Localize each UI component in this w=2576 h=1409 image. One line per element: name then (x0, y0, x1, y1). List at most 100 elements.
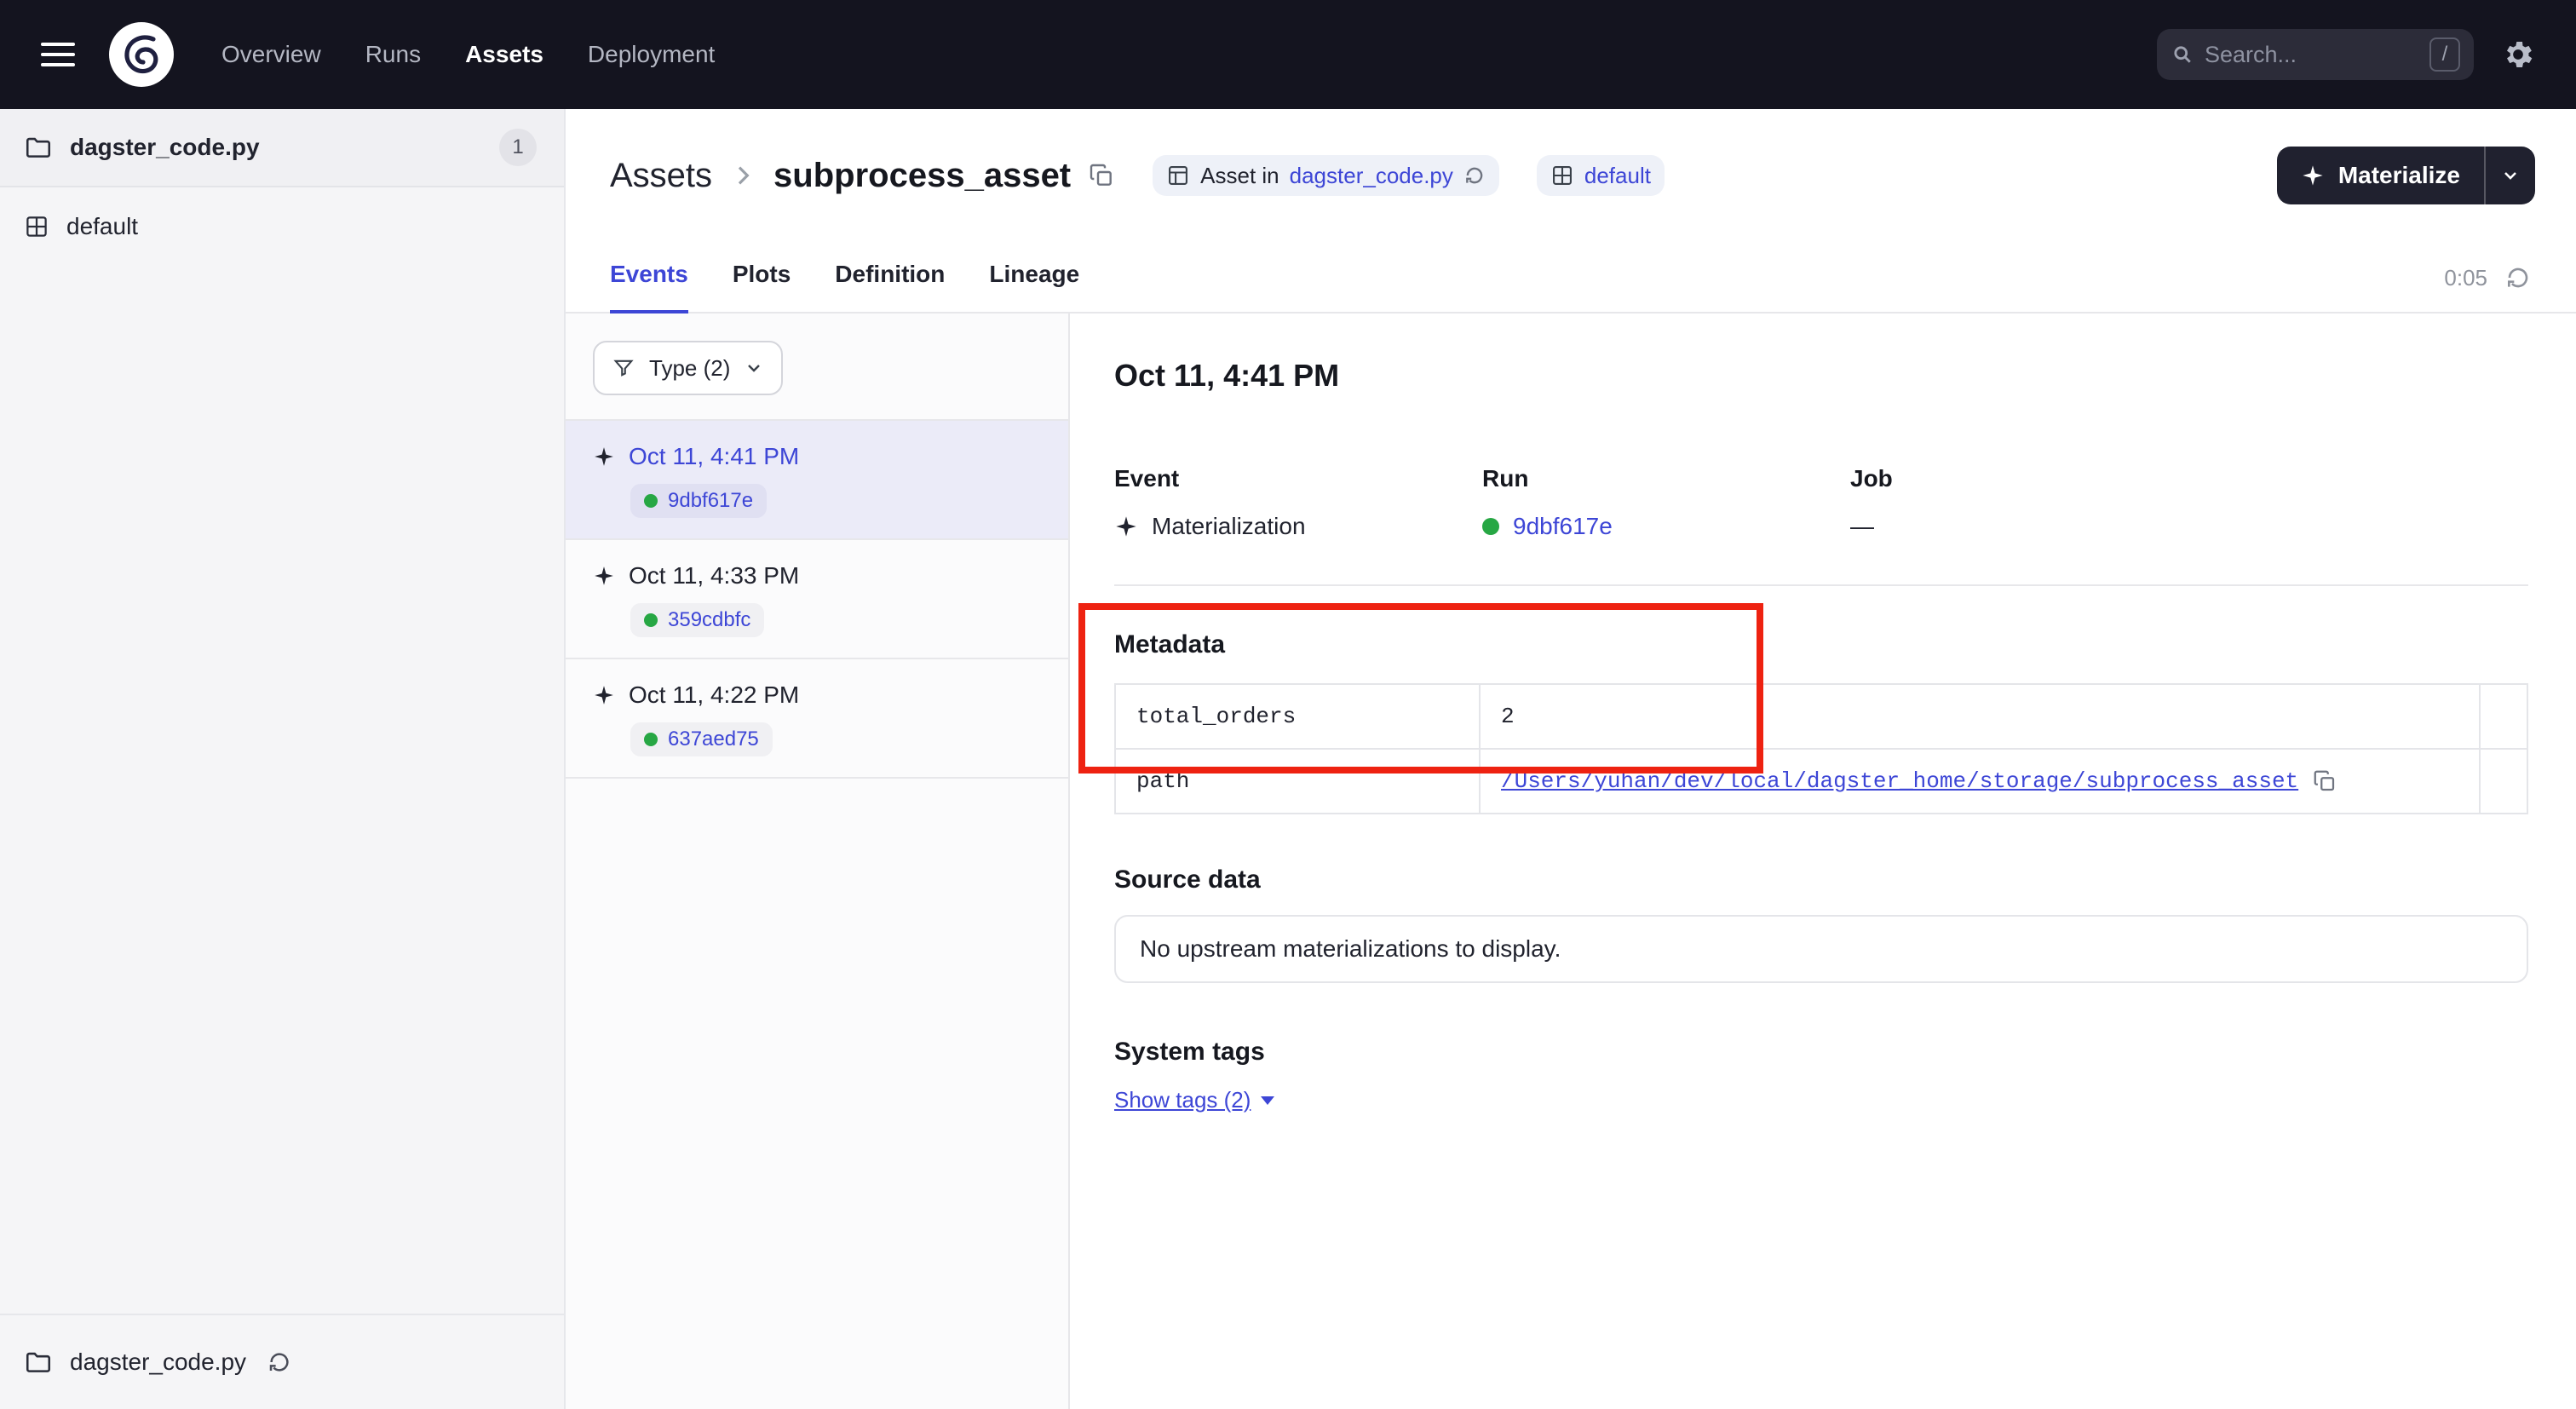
sidebar: dagster_code.py 1 default dagster_code.p… (0, 109, 566, 1409)
sidebar-item-label: dagster_code.py (70, 134, 260, 161)
sparkle-icon (2301, 164, 2325, 187)
tab-plots[interactable]: Plots (733, 261, 791, 312)
event-summary-grid: Event Materialization Run (1114, 465, 2528, 540)
search-icon (2171, 43, 2194, 66)
run-column: Run 9dbf617e (1482, 465, 1850, 540)
tabs-bar: Events Plots Definition Lineage 0:05 (566, 239, 2576, 313)
chip-group-label[interactable]: default (1584, 163, 1651, 189)
metadata-key: path (1115, 749, 1480, 814)
folder-icon (24, 133, 53, 162)
event-list-item[interactable]: Oct 11, 4:22 PM 637aed75 (566, 659, 1068, 779)
chevron-down-icon (744, 358, 764, 378)
copy-path-icon[interactable] (2312, 768, 2337, 794)
sidebar-item-default-group[interactable]: default (0, 187, 564, 266)
type-filter-button[interactable]: Type (2) (593, 341, 783, 395)
tab-lineage[interactable]: Lineage (989, 261, 1079, 312)
settings-gear-icon[interactable] (2501, 37, 2535, 72)
page-title: subprocess_asset (773, 157, 1071, 195)
breadcrumb: Assets subprocess_asset Asset in dagster… (610, 147, 1665, 204)
search-input[interactable] (2205, 42, 2419, 68)
run-id-chip[interactable]: 359cdbfc (630, 603, 764, 637)
event-list-item[interactable]: Oct 11, 4:33 PM 359cdbfc (566, 540, 1068, 659)
run-id-link[interactable]: 9dbf617e (668, 489, 753, 513)
refresh-status: 0:05 (2444, 264, 2532, 312)
refresh-icon[interactable] (2504, 264, 2532, 291)
metadata-value: 2 (1480, 684, 2480, 749)
event-label: Event (1114, 465, 1482, 492)
metadata-row: path /Users/yuhan/dev/local/dagster_home… (1115, 749, 2527, 814)
metadata-extra-cell (2480, 684, 2527, 749)
dagster-app: Overview Runs Assets Deployment / dagste… (0, 0, 2576, 1409)
source-data-heading: Source data (1114, 866, 2528, 894)
event-timestamp: Oct 11, 4:33 PM (629, 562, 799, 589)
search-box[interactable]: / (2157, 29, 2474, 80)
materialization-sparkle-icon (593, 565, 615, 587)
run-id-link[interactable]: 359cdbfc (668, 608, 750, 632)
divider (1114, 584, 2528, 586)
run-id-chip[interactable]: 637aed75 (630, 722, 773, 756)
body: dagster_code.py 1 default dagster_code.p… (0, 109, 2576, 1409)
job-column: Job — (1850, 465, 2528, 540)
tabs: Events Plots Definition Lineage (610, 261, 1079, 312)
folder-icon (24, 1348, 53, 1377)
dagster-logo-icon (109, 22, 174, 87)
event-timestamp: Oct 11, 4:22 PM (629, 681, 799, 709)
search-shortcut-key: / (2429, 37, 2460, 72)
run-label: Run (1482, 465, 1850, 492)
run-value: 9dbf617e (1482, 513, 1850, 540)
show-tags-label: Show tags (2) (1114, 1087, 1251, 1113)
job-value: — (1850, 513, 2528, 540)
reload-definition-icon[interactable] (1463, 164, 1486, 187)
tab-definition[interactable]: Definition (835, 261, 945, 312)
chip-code-location-link[interactable]: dagster_code.py (1290, 163, 1453, 189)
metadata-row: total_orders 2 (1115, 684, 2527, 749)
nav-overview[interactable]: Overview (221, 41, 321, 68)
run-id-chip[interactable]: 9dbf617e (630, 484, 767, 518)
sidebar-item-code-location[interactable]: dagster_code.py 1 (0, 109, 564, 187)
metadata-section: Metadata total_orders 2 path (1114, 630, 2528, 814)
asset-group-icon (24, 214, 49, 239)
job-label: Job (1850, 465, 2528, 492)
events-list-panel: Type (2) Oct 11, 4:41 PM (566, 313, 1070, 1409)
sidebar-footer-code-location[interactable]: dagster_code.py (0, 1314, 564, 1409)
metadata-value: /Users/yuhan/dev/local/dagster_home/stor… (1480, 749, 2480, 814)
nav-deployment[interactable]: Deployment (588, 41, 715, 68)
nav-assets[interactable]: Assets (465, 41, 543, 68)
sidebar-spacer (0, 266, 564, 1314)
asset-group-chip[interactable]: default (1537, 155, 1665, 196)
materialize-button-group: Materialize (2277, 147, 2535, 204)
tab-events[interactable]: Events (610, 261, 688, 312)
materialize-button[interactable]: Materialize (2277, 147, 2484, 204)
top-nav: Overview Runs Assets Deployment / (0, 0, 2576, 109)
chevron-down-icon (2500, 165, 2521, 186)
metadata-heading: Metadata (1114, 630, 2528, 659)
show-tags-toggle[interactable]: Show tags (2) (1114, 1087, 1274, 1113)
run-id-link[interactable]: 637aed75 (668, 728, 759, 751)
type-filter-label: Type (2) (649, 355, 730, 382)
dagster-logo[interactable] (109, 22, 174, 87)
filter-bar: Type (2) (566, 313, 1068, 421)
asset-group-icon (1550, 164, 1574, 187)
sidebar-item-label: default (66, 213, 138, 240)
event-detail-panel: Oct 11, 4:41 PM Event Materialization (1070, 313, 2576, 1409)
metadata-table: total_orders 2 path /Users/yuhan/dev/loc… (1114, 683, 2528, 814)
materialize-label: Materialize (2338, 162, 2460, 189)
event-list-item[interactable]: Oct 11, 4:41 PM 9dbf617e (566, 421, 1068, 540)
run-success-dot (644, 733, 658, 746)
event-item-header: Oct 11, 4:22 PM (593, 681, 1041, 709)
metadata-extra-cell (2480, 749, 2527, 814)
event-detail-title: Oct 11, 4:41 PM (1114, 358, 2528, 394)
copy-asset-name-icon[interactable] (1088, 162, 1115, 189)
metadata-path-link[interactable]: /Users/yuhan/dev/local/dagster_home/stor… (1501, 768, 2298, 794)
materialization-sparkle-icon (593, 684, 615, 706)
menu-icon[interactable] (41, 43, 75, 66)
run-success-dot (644, 494, 658, 508)
materialization-sparkle-icon (593, 446, 615, 468)
materialize-dropdown-button[interactable] (2484, 147, 2535, 204)
run-id-link[interactable]: 9dbf617e (1513, 513, 1613, 540)
system-tags-heading: System tags (1114, 1038, 2528, 1067)
reload-code-location-icon[interactable] (267, 1349, 292, 1375)
materialization-sparkle-icon (1114, 515, 1138, 538)
breadcrumb-assets-link[interactable]: Assets (610, 157, 712, 195)
nav-runs[interactable]: Runs (365, 41, 421, 68)
